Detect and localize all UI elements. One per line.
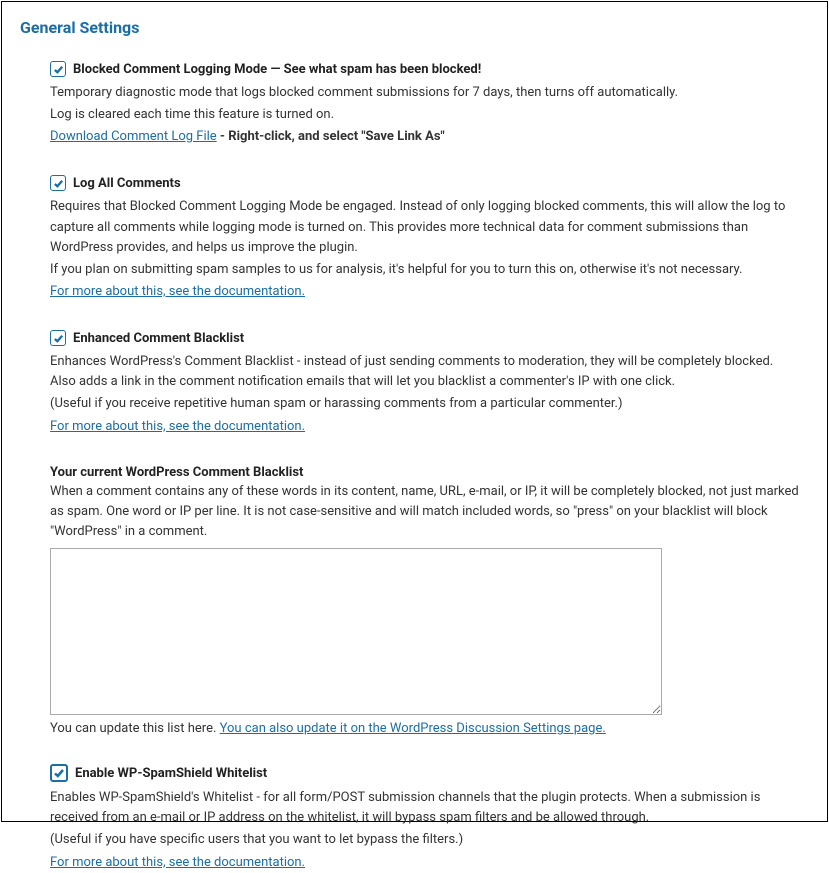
desc-logging-mode-2: Log is cleared each time this feature is… (50, 105, 799, 125)
desc-log-all-1: Requires that Blocked Comment Logging Mo… (50, 197, 799, 257)
label-whitelist: Enable WP-SpamShield Whitelist (75, 766, 267, 781)
blacklist-heading: Your current WordPress Comment Blacklist (50, 465, 799, 480)
checkbox-log-all[interactable] (50, 175, 66, 191)
desc-logging-mode-1: Temporary diagnostic mode that logs bloc… (50, 83, 799, 103)
setting-blacklist-textarea: Your current WordPress Comment Blacklist… (50, 465, 799, 736)
general-settings-panel: General Settings Blocked Comment Logging… (1, 1, 828, 822)
doc-link-log-all[interactable]: For more about this, see the documentati… (50, 284, 305, 299)
check-icon (53, 178, 64, 189)
desc-whitelist: Enables WP-SpamShield's Whitelist - for … (50, 788, 799, 828)
checkbox-enhanced-blacklist[interactable] (50, 330, 66, 346)
blacklist-desc: When a comment contains any of these wor… (50, 482, 799, 542)
setting-logging-mode: Blocked Comment Logging Mode — See what … (50, 61, 799, 147)
check-icon (53, 333, 64, 344)
label-log-all: Log All Comments (73, 176, 181, 191)
section-title: General Settings (20, 18, 809, 37)
blacklist-textarea[interactable] (50, 548, 662, 715)
check-icon (53, 767, 65, 779)
label-logging-mode: Blocked Comment Logging Mode — See what … (73, 62, 481, 77)
doc-link-enhanced-blacklist[interactable]: For more about this, see the documentati… (50, 419, 305, 434)
setting-enhanced-blacklist: Enhanced Comment Blacklist Enhances Word… (50, 330, 799, 437)
note-whitelist: (Useful if you have specific users that … (50, 830, 799, 850)
desc-log-all-2: If you plan on submitting spam samples t… (50, 260, 799, 280)
blacklist-after-text: You can update this list here. (50, 721, 220, 736)
discussion-settings-link[interactable]: You can also update it on the WordPress … (220, 721, 606, 736)
desc-enhanced-blacklist: Enhances WordPress's Comment Blacklist -… (50, 352, 799, 392)
setting-whitelist: Enable WP-SpamShield Whitelist Enables W… (50, 764, 799, 873)
checkbox-logging-mode[interactable] (50, 61, 66, 77)
setting-log-all: Log All Comments Requires that Blocked C… (50, 175, 799, 302)
download-log-link[interactable]: Download Comment Log File (50, 129, 217, 144)
label-enhanced-blacklist: Enhanced Comment Blacklist (73, 331, 244, 346)
settings-content: Blocked Comment Logging Mode — See what … (20, 61, 809, 873)
check-icon (53, 64, 64, 75)
note-enhanced-blacklist: (Useful if you receive repetitive human … (50, 394, 799, 414)
checkbox-whitelist[interactable] (50, 764, 68, 782)
download-suffix: - Right-click, and select "Save Link As" (217, 129, 445, 144)
doc-link-whitelist[interactable]: For more about this, see the documentati… (50, 855, 305, 870)
